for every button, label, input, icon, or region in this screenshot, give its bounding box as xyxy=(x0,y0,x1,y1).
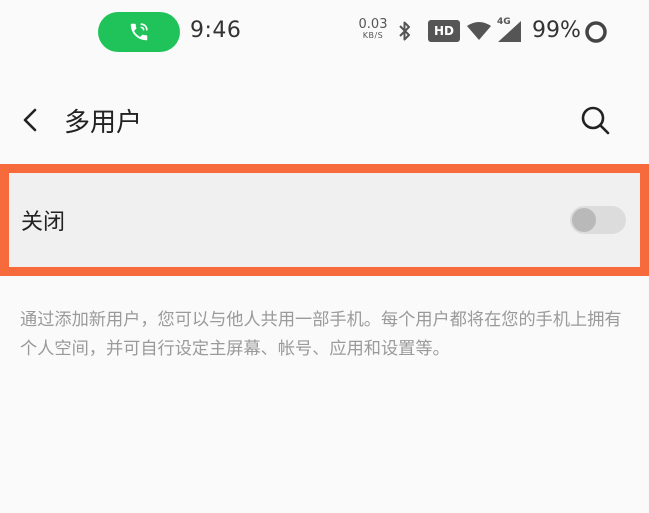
highlight-frame: 关闭 xyxy=(0,164,649,276)
network-speed-unit: KB/S xyxy=(362,31,384,40)
signal-icon xyxy=(498,21,521,42)
toggle-knob xyxy=(572,208,596,232)
chevron-left-icon[interactable] xyxy=(20,107,42,133)
multi-user-description: 通过添加新用户，您可以与他人共用一部手机。每个用户都将在您的手机上拥有个人空间，… xyxy=(20,310,622,359)
wifi-icon xyxy=(467,22,491,40)
hd-voice-badge: HD xyxy=(428,20,460,42)
page-title: 多用户 xyxy=(64,108,143,138)
multi-user-switch-row[interactable]: 关闭 xyxy=(9,173,640,267)
battery-percent: 99% xyxy=(532,18,581,43)
search-icon[interactable] xyxy=(578,103,612,137)
status-time: 9:46 xyxy=(190,18,242,43)
bluetooth-icon xyxy=(399,21,410,41)
phone-call-icon xyxy=(130,23,148,41)
multi-user-toggle[interactable] xyxy=(570,206,626,234)
app-header: 多用户 xyxy=(0,85,649,155)
ongoing-call-pill[interactable] xyxy=(98,12,180,52)
switch-label: 关闭 xyxy=(21,210,66,235)
network-speed-value: 0.03 xyxy=(358,17,388,32)
network-speed: 0.03 KB/S xyxy=(358,18,388,40)
status-bar: 9:46 0.03 KB/S HD 4G 99% xyxy=(0,0,649,64)
battery-ring-icon xyxy=(585,21,607,43)
multi-user-settings-screen: 9:46 0.03 KB/S HD 4G 99% 多用户 关闭 通过添加新用户，… xyxy=(0,0,649,513)
